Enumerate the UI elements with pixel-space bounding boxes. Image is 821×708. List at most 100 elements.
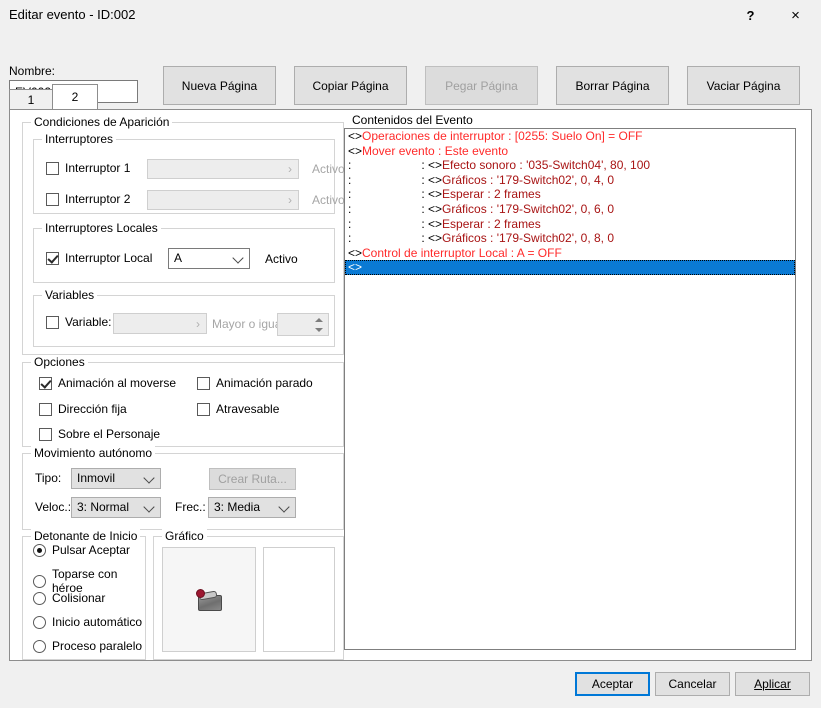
- event-command-line[interactable]: <>: [345, 260, 795, 275]
- trigger-event-touch-radio[interactable]: [33, 591, 46, 605]
- option-through-checkbox[interactable]: [197, 402, 210, 416]
- graphic-preview[interactable]: [162, 547, 256, 652]
- local-switch-state-label: Activo: [265, 252, 298, 266]
- movement-type-value: Inmovil: [77, 470, 116, 485]
- movement-type-select[interactable]: Inmovil: [71, 468, 161, 489]
- option-fixed-direction-checkbox[interactable]: [39, 402, 52, 416]
- chevron-right-icon: ›: [196, 316, 200, 331]
- switch-2-row[interactable]: Interruptor 2: [46, 192, 130, 206]
- event-command-line[interactable]: : : <>Gráficos : '179-Switch02', 0, 4, 0: [345, 173, 795, 188]
- option-animate-move-row[interactable]: Animación al moverse: [39, 376, 176, 390]
- event-command-line[interactable]: <>Operaciones de interruptor : [0255: Su…: [345, 129, 795, 144]
- trigger-action-button-radio[interactable]: [33, 543, 46, 557]
- chevron-down-icon: [143, 500, 155, 513]
- event-command-line[interactable]: : : <>Gráficos : '179-Switch02', 0, 6, 0: [345, 202, 795, 217]
- switch-2-field[interactable]: ›: [147, 190, 299, 210]
- event-command-line[interactable]: <>Control de interruptor Local : A = OFF: [345, 246, 795, 261]
- option-fixed-direction-label: Dirección fija: [58, 402, 127, 416]
- close-icon[interactable]: ×: [773, 0, 818, 30]
- event-contents-title: Contenidos del Evento: [348, 113, 477, 127]
- switch-2-state-label: Activo: [312, 193, 345, 207]
- trigger-title: Detonante de Inicio: [31, 529, 141, 543]
- event-command-text: Esperar : 2 frames: [442, 187, 541, 202]
- cancel-button[interactable]: Cancelar: [655, 672, 730, 696]
- switch-lever-icon: [196, 588, 222, 611]
- new-page-button[interactable]: Nueva Página: [163, 66, 276, 105]
- switch-1-field[interactable]: ›: [147, 159, 299, 179]
- option-above-character-checkbox[interactable]: [39, 427, 52, 441]
- page-tabs: 1 2: [9, 84, 98, 109]
- switch-2-checkbox[interactable]: [46, 192, 59, 206]
- switch-1-checkbox[interactable]: [46, 161, 59, 175]
- chevron-right-icon: ›: [288, 193, 292, 207]
- event-command-prefix: : : <>: [348, 231, 443, 246]
- spinner-up-icon[interactable]: [311, 315, 327, 324]
- local-switch-row[interactable]: Interruptor Local: [46, 251, 152, 265]
- option-animate-idle-checkbox[interactable]: [197, 376, 210, 390]
- window-title: Editar evento - ID:002: [9, 7, 136, 22]
- autonomous-movement-group: Movimiento autónomo Tipo: Inmovil Crear …: [22, 446, 344, 530]
- event-command-line[interactable]: : : <>Esperar : 2 frames: [345, 217, 795, 232]
- event-command-text: Gráficos : '179-Switch02', 0, 6, 0: [442, 201, 615, 216]
- option-animate-idle-row[interactable]: Animación parado: [197, 376, 313, 390]
- help-icon[interactable]: ?: [728, 0, 773, 30]
- event-command-prefix: <>: [348, 129, 363, 143]
- options-title: Opciones: [31, 355, 88, 369]
- option-fixed-direction-row[interactable]: Dirección fija: [39, 402, 127, 416]
- copy-page-button[interactable]: Copiar Página: [294, 66, 407, 105]
- tab-page-1[interactable]: 1: [9, 89, 53, 109]
- variable-label: Variable:: [65, 315, 112, 329]
- ok-button[interactable]: Aceptar: [575, 672, 650, 696]
- apply-button-label: Aplicar: [754, 677, 791, 691]
- trigger-autorun-label: Inicio automático: [52, 615, 143, 629]
- graphic-secondary-preview[interactable]: [263, 547, 335, 652]
- event-command-text: Mover evento : Este evento: [362, 143, 509, 158]
- dialog-footer: Aceptar Cancelar Aplicar: [0, 662, 821, 708]
- clear-page-button[interactable]: Vaciar Página: [687, 66, 800, 105]
- option-animate-move-checkbox[interactable]: [39, 376, 52, 390]
- trigger-event-touch-row[interactable]: Colisionar: [33, 591, 105, 605]
- event-command-prefix: <>: [348, 143, 363, 158]
- switch-1-row[interactable]: Interruptor 1: [46, 161, 130, 175]
- trigger-group: Detonante de Inicio Pulsar Aceptar Topar…: [22, 529, 146, 660]
- chevron-down-icon: [278, 500, 290, 513]
- name-label: Nombre:: [9, 64, 56, 78]
- options-group: Opciones Animación al moverse Animación …: [22, 355, 344, 447]
- trigger-autorun-row[interactable]: Inicio automático: [33, 615, 142, 629]
- option-above-character-label: Sobre el Personaje: [58, 427, 161, 441]
- movement-speed-select[interactable]: 3: Normal: [71, 497, 161, 518]
- event-command-prefix: : : <>: [348, 158, 443, 173]
- variable-checkbox[interactable]: [46, 315, 59, 329]
- spinner-down-icon[interactable]: [311, 325, 327, 334]
- apply-button[interactable]: Aplicar: [735, 672, 810, 696]
- local-switch-checkbox[interactable]: [46, 251, 59, 265]
- delete-page-button[interactable]: Borrar Página: [556, 66, 669, 105]
- trigger-parallel-row[interactable]: Proceso paralelo: [33, 639, 142, 653]
- local-switch-select[interactable]: A: [168, 248, 250, 269]
- tab-page-2[interactable]: 2: [52, 84, 98, 109]
- event-command-line[interactable]: : : <>Gráficos : '179-Switch02', 0, 8, 0: [345, 231, 795, 246]
- create-route-button: Crear Ruta...: [209, 468, 296, 490]
- trigger-action-button-row[interactable]: Pulsar Aceptar: [33, 543, 130, 557]
- chevron-down-icon: [232, 251, 244, 264]
- variable-spinner[interactable]: [277, 313, 329, 336]
- local-switch-label: Interruptor Local: [65, 251, 153, 265]
- event-command-line[interactable]: : : <>Esperar : 2 frames: [345, 187, 795, 202]
- movement-frequency-select[interactable]: 3: Media: [208, 497, 296, 518]
- event-command-text: Operaciones de interruptor : [0255: Suel…: [362, 129, 643, 143]
- switches-title: Interruptores: [42, 132, 117, 146]
- option-through-label: Atravesable: [216, 402, 280, 416]
- trigger-player-touch-radio[interactable]: [33, 574, 46, 588]
- event-command-line[interactable]: : : <>Efecto sonoro : '035-Switch04', 80…: [345, 158, 795, 173]
- option-through-row[interactable]: Atravesable: [197, 402, 279, 416]
- trigger-event-touch-label: Colisionar: [52, 591, 106, 605]
- header-bar: Nombre: Nueva Página Copiar Página Pegar…: [0, 30, 821, 105]
- trigger-parallel-radio[interactable]: [33, 639, 46, 653]
- trigger-autorun-radio[interactable]: [33, 615, 46, 629]
- event-command-line[interactable]: <>Mover evento : Este evento: [345, 144, 795, 159]
- event-contents-list[interactable]: <>Operaciones de interruptor : [0255: Su…: [344, 128, 796, 650]
- variable-field[interactable]: ›: [113, 313, 207, 334]
- movement-frequency-label: Frec.:: [175, 500, 206, 514]
- variable-row[interactable]: Variable:: [46, 315, 111, 329]
- option-above-character-row[interactable]: Sobre el Personaje: [39, 427, 160, 441]
